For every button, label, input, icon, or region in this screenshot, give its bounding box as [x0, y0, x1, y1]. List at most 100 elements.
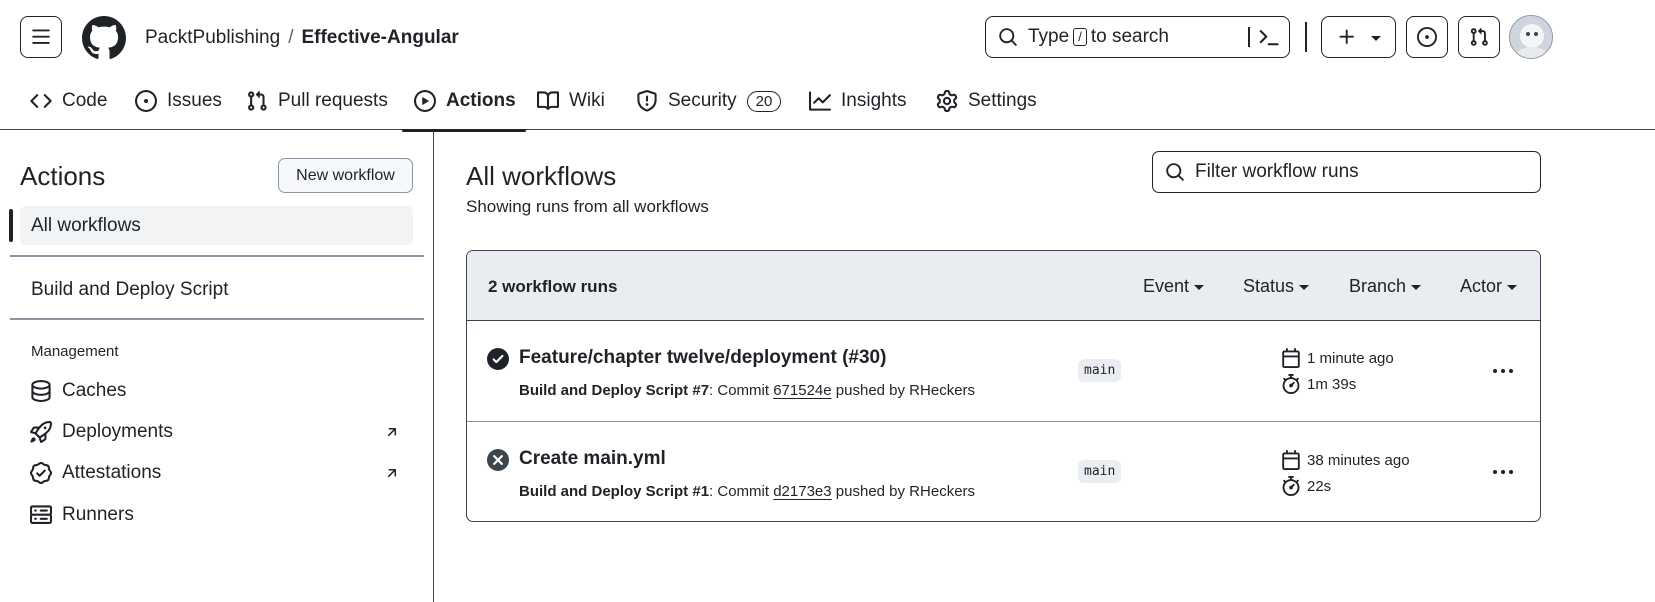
run-title-link[interactable]: Feature/chapter twelve/deployment (#30) [519, 347, 886, 369]
actions-sidebar: Actions New workflow All workflows Build… [0, 131, 434, 602]
workflow-run-row[interactable]: Create main.yml Build and Deploy Script … [467, 421, 1540, 521]
active-indicator [9, 209, 13, 242]
tab-settings[interactable]: Settings [936, 72, 1037, 130]
sidebar-item-label: Attestations [62, 462, 162, 483]
chevron-down-icon [1411, 285, 1422, 290]
sidebar-item-runners[interactable]: Runners [30, 504, 134, 526]
pull-requests-button[interactable] [1458, 16, 1500, 58]
create-new-button[interactable] [1321, 16, 1396, 58]
search-icon [999, 28, 1017, 46]
issues-button[interactable] [1406, 16, 1448, 58]
stopwatch-icon [1282, 476, 1300, 496]
sidebar-title: Actions [20, 161, 106, 191]
sidebar-item-deployments[interactable]: Deployments [30, 421, 424, 443]
sidebar-item-label: Deployments [62, 421, 173, 442]
branch-label[interactable]: main [1078, 359, 1122, 382]
new-workflow-button[interactable]: New workflow [278, 158, 413, 193]
verified-icon [30, 462, 52, 484]
header-divider [1305, 22, 1307, 52]
avatar-image [1510, 16, 1552, 58]
user-avatar[interactable] [1509, 15, 1553, 59]
workflow-run-row[interactable]: Feature/chapter twelve/deployment (#30) … [467, 321, 1540, 421]
calendar-icon [1282, 450, 1300, 470]
global-header: PacktPublishing / Effective-Angular Type /… [0, 0, 1655, 72]
tab-actions[interactable]: Actions [402, 72, 526, 132]
sidebar-item-label: Runners [62, 504, 134, 525]
rocket-icon [30, 421, 52, 443]
breadcrumb-separator: / [288, 27, 294, 48]
database-icon [31, 380, 51, 402]
chevron-down-icon [1370, 35, 1381, 41]
search-divider [1248, 27, 1250, 47]
github-logo-icon[interactable] [82, 16, 126, 60]
run-started-text: 38 minutes ago [1307, 451, 1410, 469]
chevron-down-icon [1507, 285, 1518, 290]
branch-label[interactable]: main [1078, 460, 1122, 483]
tab-label: Actions [446, 90, 516, 111]
tab-label: Settings [968, 90, 1037, 111]
tab-pull-requests[interactable]: Pull requests [246, 72, 388, 130]
filter-placeholder: Filter workflow runs [1195, 161, 1359, 182]
book-icon [537, 91, 559, 110]
sidebar-item-workflow[interactable]: Build and Deploy Script [31, 279, 229, 301]
run-started: 1 minute ago [1281, 348, 1394, 368]
gear-icon [936, 90, 958, 112]
actor-filter-dropdown[interactable]: Actor [1460, 276, 1518, 297]
issue-opened-icon [135, 90, 157, 112]
stopwatch-icon [1282, 374, 1300, 394]
run-meta: Build and Deploy Script #1: Commit d2173… [519, 483, 975, 500]
tab-issues[interactable]: Issues [135, 72, 222, 130]
run-duration: 1m 39s [1281, 374, 1356, 394]
hamburger-icon [32, 29, 50, 44]
run-duration-text: 1m 39s [1307, 375, 1357, 393]
x-circle-fill-icon [487, 449, 509, 471]
global-search-input[interactable]: Type / to search [985, 16, 1290, 58]
sidebar-divider [10, 318, 424, 320]
pushed-by: pushed by RHeckers [835, 382, 976, 399]
workflow-runs-list: 2 workflow runs Event Status Branch Acto… [466, 250, 1541, 522]
sidebar-item-attestations[interactable]: Attestations [30, 462, 424, 484]
tab-label: Insights [841, 90, 907, 111]
plus-icon [1339, 29, 1354, 44]
commit-sha-link[interactable]: d2173e3 [773, 483, 831, 500]
run-workflow-name: Build and Deploy Script [519, 483, 689, 500]
calendar-icon [1282, 348, 1300, 368]
git-pull-request-icon [1470, 27, 1488, 46]
security-count-badge: 20 [746, 90, 782, 112]
branch-filter-dropdown[interactable]: Branch [1349, 276, 1422, 297]
event-filter-dropdown[interactable]: Event [1143, 276, 1205, 297]
tab-wiki[interactable]: Wiki [537, 72, 605, 130]
status-filter-dropdown[interactable]: Status [1243, 276, 1310, 297]
breadcrumb: PacktPublishing / Effective-Angular [145, 27, 459, 49]
page-title: All workflows [466, 161, 617, 191]
kebab-horizontal-icon[interactable] [1491, 363, 1515, 379]
sidebar-item-all-workflows[interactable]: All workflows [20, 206, 413, 245]
command-palette-icon[interactable] [1258, 26, 1280, 48]
tab-code[interactable]: Code [30, 72, 107, 130]
tab-label: Issues [167, 90, 222, 111]
repo-name-link[interactable]: Effective-Angular [301, 27, 458, 48]
tab-label: Security [668, 90, 737, 111]
page-subtitle: Showing runs from all workflows [466, 197, 709, 216]
repo-owner-link[interactable]: PacktPublishing [145, 27, 280, 48]
run-number: #1 [692, 483, 710, 500]
sidebar-divider [10, 255, 424, 257]
tab-label: Pull requests [278, 90, 388, 111]
runs-count: 2 workflow runs [488, 277, 618, 296]
filter-runs-input[interactable]: Filter workflow runs [1152, 151, 1541, 193]
menu-button[interactable] [20, 16, 62, 58]
check-circle-fill-icon [487, 348, 509, 370]
search-shortcut-key: / [1073, 28, 1087, 46]
chevron-down-icon [1299, 285, 1310, 290]
commit-prefix: : Commit [709, 483, 770, 500]
tab-security[interactable]: Security 20 [636, 72, 782, 130]
sidebar-section-label: Management [31, 343, 119, 360]
sidebar-item-caches[interactable]: Caches [30, 380, 126, 402]
run-started-text: 1 minute ago [1307, 349, 1394, 367]
commit-sha-link[interactable]: 671524e [773, 382, 831, 399]
kebab-horizontal-icon[interactable] [1491, 464, 1515, 480]
run-title-link[interactable]: Create main.yml [519, 448, 666, 470]
filter-label: Actor [1460, 276, 1503, 296]
graph-icon [809, 91, 831, 111]
tab-insights[interactable]: Insights [809, 72, 906, 130]
